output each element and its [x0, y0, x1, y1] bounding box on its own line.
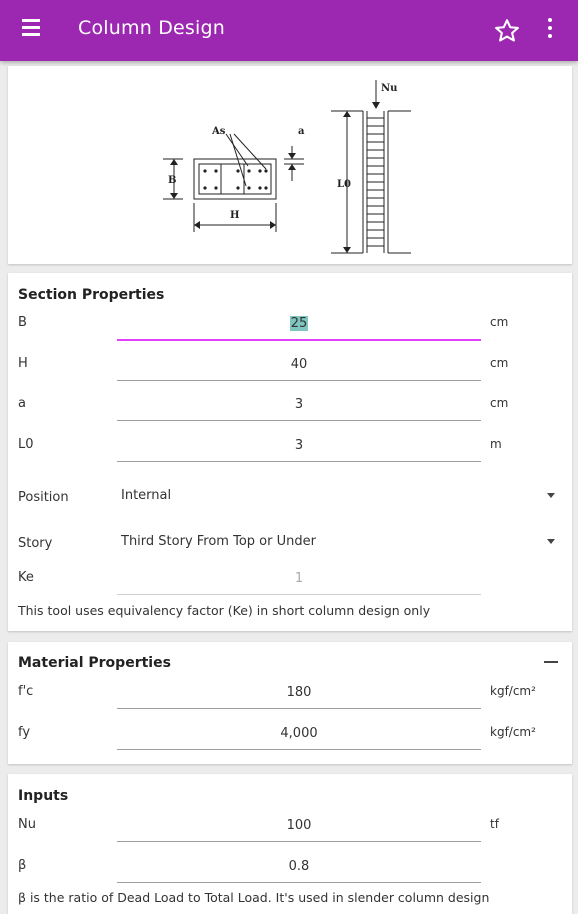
ke-input: 1 — [117, 564, 481, 595]
l0-row: L0 3 m — [8, 431, 572, 465]
fc-row: f'c 180 kgf/cm² — [8, 678, 572, 712]
collapse-icon[interactable] — [544, 661, 558, 663]
b-unit: cm — [490, 315, 509, 329]
nu-label: Nu — [18, 817, 36, 832]
nu-input[interactable]: 100 — [117, 811, 481, 842]
as-label: As — [211, 126, 226, 137]
app-bar: Column Design — [0, 0, 578, 61]
fy-row: fy 4,000 kgf/cm² — [8, 719, 572, 753]
b-label: B — [168, 175, 176, 186]
h-row: H 40 cm — [8, 350, 572, 384]
story-dropdown[interactable]: Third Story From Top or Under — [121, 528, 561, 556]
h-unit: cm — [490, 356, 509, 370]
fy-input[interactable]: 4,000 — [117, 719, 481, 750]
h-input[interactable]: 40 — [117, 350, 481, 381]
story-row: Story Third Story From Top or Under — [8, 530, 572, 564]
nu-row: Nu 100 tf — [8, 811, 572, 845]
ke-label: Ke — [18, 570, 34, 585]
position-dropdown[interactable]: Internal — [121, 482, 561, 510]
b-row: B 25 cm — [8, 309, 572, 343]
beta-row: β 0.8 — [8, 852, 572, 886]
b-value: 25 — [289, 316, 309, 331]
a-row: a 3 cm — [8, 390, 572, 424]
column-diagram: As a B H Nu L0 — [163, 80, 411, 254]
position-value: Internal — [121, 488, 172, 503]
inputs-card: Inputs Nu 100 tf β 0.8 β is the ratio of… — [8, 774, 572, 914]
material-properties-title: Material Properties — [18, 655, 171, 671]
ke-row: Ke 1 — [8, 564, 572, 598]
story-value: Third Story From Top or Under — [121, 534, 316, 549]
more-options-icon[interactable] — [543, 18, 557, 44]
chevron-down-icon — [547, 493, 555, 498]
b-label: B — [18, 315, 27, 330]
diagram-card: As a B H Nu L0 — [8, 66, 572, 264]
page-title: Column Design — [78, 17, 226, 39]
section-properties-card: Section Properties B 25 cm H 40 cm a 3 c… — [8, 273, 572, 631]
nu-label: Nu — [381, 83, 397, 94]
a-label: a — [18, 396, 26, 411]
beta-label: β — [18, 858, 27, 873]
fc-label: f'c — [18, 684, 34, 699]
fy-unit: kgf/cm² — [490, 725, 536, 739]
beta-input[interactable]: 0.8 — [117, 852, 481, 883]
nu-unit: tf — [490, 817, 499, 831]
inputs-title: Inputs — [18, 788, 69, 804]
h-label: H — [230, 210, 239, 221]
position-label: Position — [18, 490, 69, 505]
a-input[interactable]: 3 — [117, 390, 481, 421]
l0-label: L0 — [18, 437, 34, 452]
a-label: a — [298, 126, 305, 137]
h-label: H — [18, 356, 28, 371]
menu-icon[interactable] — [22, 19, 48, 43]
star-icon[interactable] — [493, 17, 521, 45]
section-properties-title: Section Properties — [18, 287, 165, 303]
position-row: Position Internal — [8, 484, 572, 518]
fc-input[interactable]: 180 — [117, 678, 481, 709]
fc-unit: kgf/cm² — [490, 684, 536, 698]
chevron-down-icon — [547, 539, 555, 544]
fy-label: fy — [18, 725, 31, 740]
story-label: Story — [18, 536, 53, 551]
ke-note: This tool uses equivalency factor (Ke) i… — [18, 603, 431, 618]
beta-note: β is the ratio of Dead Load to Total Loa… — [18, 890, 490, 905]
l0-label: L0 — [337, 179, 351, 190]
l0-unit: m — [490, 437, 502, 451]
b-input[interactable]: 25 — [117, 309, 481, 341]
l0-input[interactable]: 3 — [117, 431, 481, 462]
material-properties-card: Material Properties f'c 180 kgf/cm² fy 4… — [8, 642, 572, 764]
a-unit: cm — [490, 396, 509, 410]
